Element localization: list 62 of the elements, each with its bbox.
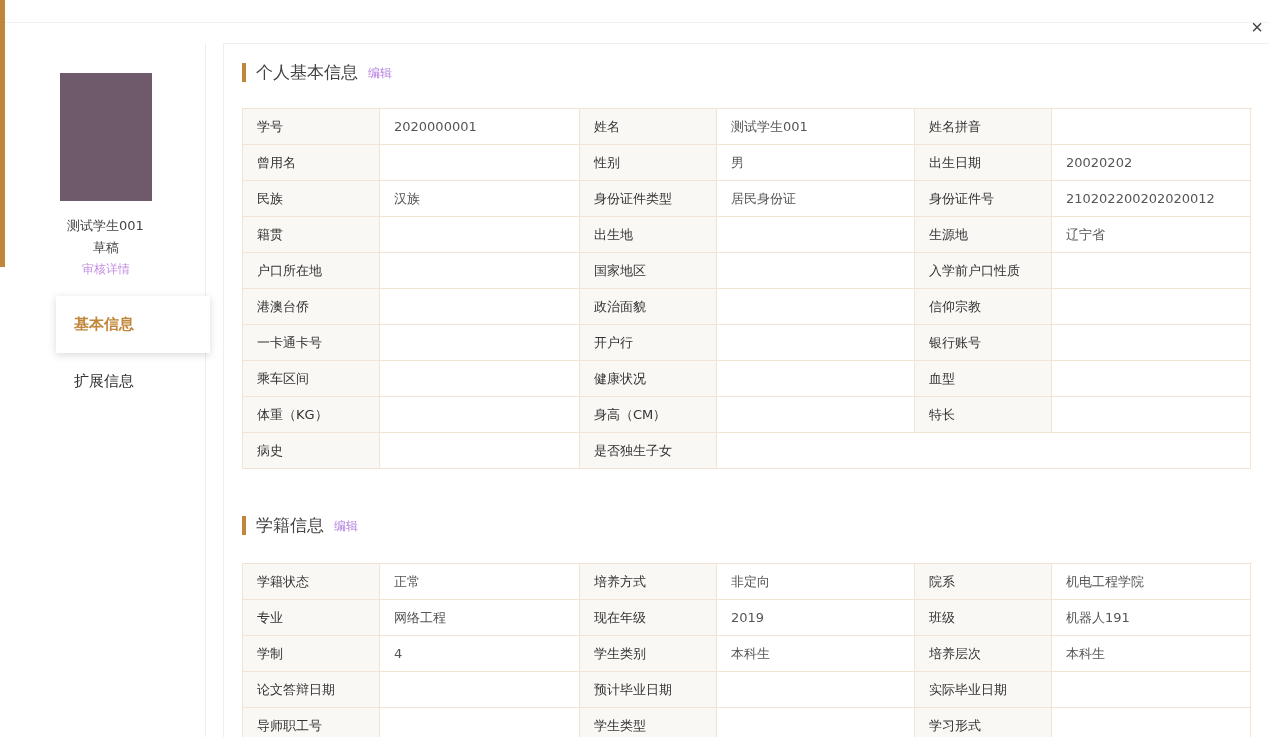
field-label: 身高（CM） (580, 397, 717, 433)
field-label: 信仰宗教 (915, 289, 1052, 325)
field-value: 210202200202020012 (1052, 181, 1251, 217)
field-label: 班级 (915, 600, 1052, 636)
field-label: 现在年级 (580, 600, 717, 636)
audit-link[interactable]: 审核详情 (81, 261, 130, 278)
field-label: 培养方式 (580, 564, 717, 600)
field-label: 一卡通卡号 (243, 325, 380, 361)
field-label: 健康状况 (580, 361, 717, 397)
field-label: 出生地 (580, 217, 717, 253)
field-label: 论文答辩日期 (243, 672, 380, 708)
nav-tab[interactable]: 扩展信息 (56, 353, 210, 410)
field-label: 曾用名 (243, 145, 380, 181)
field-label: 学籍状态 (243, 564, 380, 600)
field-label: 学制 (243, 636, 380, 672)
field-label: 出生日期 (915, 145, 1052, 181)
field-label: 身份证件类型 (580, 181, 717, 217)
field-value: 本科生 (1052, 636, 1251, 672)
field-label: 实际毕业日期 (915, 672, 1052, 708)
field-label: 生源地 (915, 217, 1052, 253)
field-label: 入学前户口性质 (915, 253, 1052, 289)
close-button[interactable]: × (1247, 16, 1267, 38)
field-value: 辽宁省 (1052, 217, 1251, 253)
field-label: 学生类型 (580, 708, 717, 737)
field-label: 院系 (915, 564, 1052, 600)
field-label: 专业 (243, 600, 380, 636)
field-label: 乘车区间 (243, 361, 380, 397)
field-label: 户口所在地 (243, 253, 380, 289)
edit-link[interactable]: 编辑 (334, 518, 358, 535)
field-label: 政治面貌 (580, 289, 717, 325)
edit-link[interactable]: 编辑 (368, 65, 392, 82)
field-label: 性别 (580, 145, 717, 181)
field-label: 学习形式 (915, 708, 1052, 737)
section-title: 个人基本信息 (256, 60, 358, 84)
field-label: 预计毕业日期 (580, 672, 717, 708)
field-value: 机电工程学院 (1052, 564, 1251, 600)
field-label: 姓名拼音 (915, 109, 1052, 145)
field-value: 20020202 (1052, 145, 1251, 181)
section-marker (242, 515, 246, 535)
field-label: 民族 (243, 181, 380, 217)
field-label: 血型 (915, 361, 1052, 397)
field-label: 特长 (915, 397, 1052, 433)
field-label: 籍贯 (243, 217, 380, 253)
field-label: 银行账号 (915, 325, 1052, 361)
status-label: 草稿 (92, 239, 119, 257)
field-label: 学生类别 (580, 636, 717, 672)
field-label: 是否独生子女 (580, 433, 717, 469)
field-value: 机器人191 (1052, 600, 1251, 636)
field-label: 导师职工号 (243, 708, 380, 737)
field-label: 港澳台侨 (243, 289, 380, 325)
field-label: 培养层次 (915, 636, 1052, 672)
field-label: 国家地区 (580, 253, 717, 289)
section-title: 学籍信息 (256, 513, 324, 537)
nav-tab[interactable]: 基本信息 (56, 296, 210, 353)
field-label: 体重（KG） (243, 397, 380, 433)
field-label: 姓名 (580, 109, 717, 145)
section-marker (242, 62, 246, 82)
field-label: 学号 (243, 109, 380, 145)
field-label: 身份证件号 (915, 181, 1052, 217)
field-label: 病史 (243, 433, 380, 469)
field-label: 开户行 (580, 325, 717, 361)
student-name: 测试学生001 (67, 217, 144, 235)
